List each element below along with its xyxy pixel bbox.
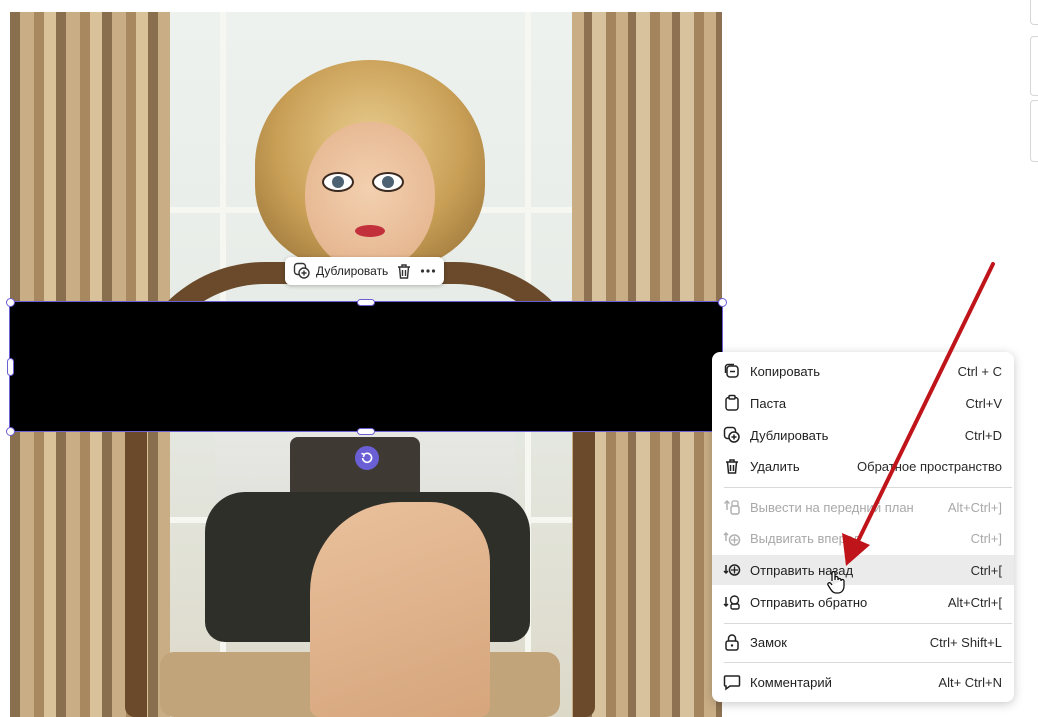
paste-icon: [722, 393, 742, 413]
woman-eye-left: [322, 172, 354, 192]
menu-item-label: Дублировать: [750, 427, 829, 443]
bring-forward-icon: [722, 528, 742, 548]
menu-item-shortcut: Ctrl+[: [970, 562, 1002, 578]
menu-item-label: Копировать: [750, 363, 820, 379]
resize-handle-left[interactable]: [7, 358, 14, 376]
menu-divider: [724, 487, 1012, 488]
menu-item-shortcut: Ctrl+V: [965, 395, 1002, 411]
duplicate-icon: [722, 425, 742, 445]
woman-eye-right: [372, 172, 404, 192]
menu-item-shortcut: Ctrl+D: [964, 427, 1002, 443]
menu-item-send-to-back[interactable]: Отправить обратно Alt+Ctrl+[: [712, 587, 1014, 617]
panel-edge-tab-2[interactable]: [1030, 100, 1038, 162]
resize-handle-bottom-left[interactable]: [6, 427, 15, 436]
menu-item-label: Паста: [750, 395, 787, 411]
menu-item-bring-forward[interactable]: Выдвигать вперед Ctrl+]: [712, 523, 1014, 553]
menu-item-shortcut: Alt+Ctrl+]: [947, 499, 1002, 515]
menu-item-label: Удалить: [750, 458, 800, 474]
context-menu: Копировать Ctrl + C Паста Ctrl+V Дублиро…: [712, 352, 1014, 702]
duplicate-icon: [293, 262, 310, 279]
send-backward-icon: [722, 560, 742, 580]
menu-item-duplicate[interactable]: Дублировать Ctrl+D: [712, 420, 1014, 450]
menu-divider: [724, 623, 1012, 624]
rotate-icon: [361, 452, 373, 464]
lock-icon: [722, 632, 742, 652]
duplicate-button[interactable]: Дублировать: [293, 262, 388, 280]
menu-divider: [724, 662, 1012, 663]
trash-icon: [722, 456, 742, 476]
trash-icon[interactable]: [396, 263, 412, 280]
resize-handle-top[interactable]: [357, 299, 375, 306]
resize-handle-top-left[interactable]: [6, 298, 15, 307]
floating-toolbar: Дублировать: [285, 257, 445, 285]
copy-icon: [722, 361, 742, 381]
comment-icon: [722, 672, 742, 692]
more-dots-icon[interactable]: [420, 268, 436, 274]
woman-legs: [310, 502, 490, 717]
menu-item-label: Отправить обратно: [750, 594, 868, 610]
panel-edge-top[interactable]: [1030, 0, 1038, 25]
menu-item-label: Отправить назад: [750, 562, 854, 578]
menu-item-label: Вывести на передний план: [750, 499, 914, 515]
duplicate-label: Дублировать: [316, 264, 389, 278]
menu-item-shortcut: Ctrl+ Shift+L: [929, 634, 1002, 650]
send-to-back-icon: [722, 592, 742, 612]
menu-item-delete[interactable]: Удалить Обратное пространство: [712, 451, 1014, 481]
menu-item-send-backward[interactable]: Отправить назад Ctrl+[: [712, 555, 1014, 585]
menu-item-copy[interactable]: Копировать Ctrl + C: [712, 356, 1014, 386]
woman-lips: [355, 225, 385, 237]
resize-handle-bottom[interactable]: [357, 428, 375, 435]
resize-handle-top-right[interactable]: [718, 298, 727, 307]
panel-edge-tab-1[interactable]: [1030, 36, 1038, 96]
menu-item-shortcut: Обратное пространство: [857, 458, 1002, 474]
menu-item-bring-to-front[interactable]: Вывести на передний план Alt+Ctrl+]: [712, 492, 1014, 522]
woman-face: [305, 122, 435, 272]
menu-item-shortcut: Alt+ Ctrl+N: [938, 674, 1002, 690]
selected-rectangle-shape[interactable]: [9, 301, 723, 432]
rotate-handle[interactable]: [355, 446, 379, 470]
menu-item-label: Замок: [750, 634, 787, 650]
menu-item-shortcut: Ctrl+]: [970, 530, 1002, 546]
bring-to-front-icon: [722, 497, 742, 517]
menu-item-label: Выдвигать вперед: [750, 530, 861, 546]
menu-item-label: Комментарий: [750, 674, 832, 690]
menu-item-paste[interactable]: Паста Ctrl+V: [712, 388, 1014, 418]
menu-item-shortcut: Ctrl + C: [957, 363, 1002, 379]
menu-item-lock[interactable]: Замок Ctrl+ Shift+L: [712, 627, 1014, 657]
menu-item-comment[interactable]: Комментарий Alt+ Ctrl+N: [712, 667, 1014, 697]
menu-item-shortcut: Alt+Ctrl+[: [947, 594, 1002, 610]
hand-cursor-icon: [827, 570, 845, 594]
